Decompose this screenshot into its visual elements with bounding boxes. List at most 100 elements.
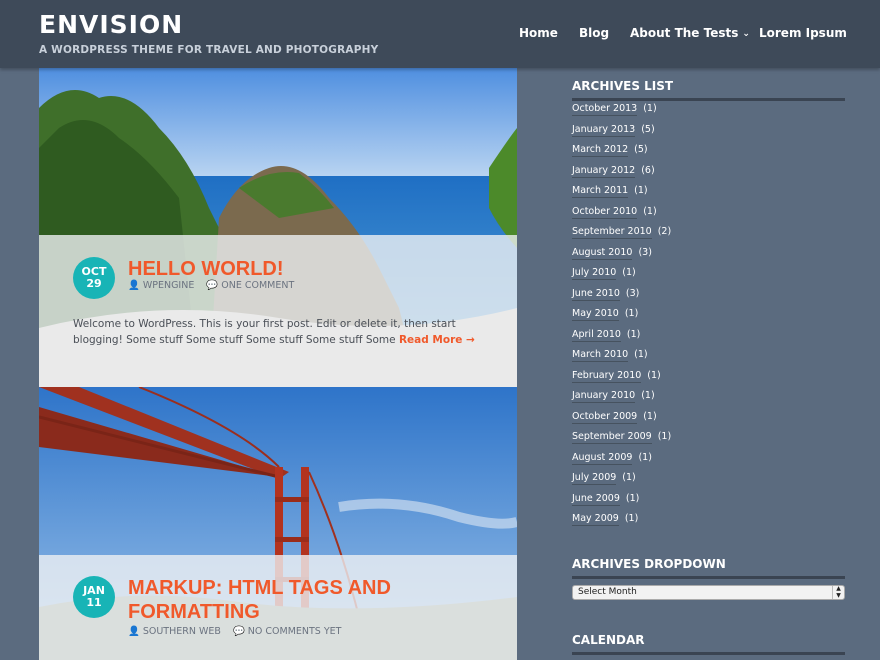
chevron-down-icon: ⌄: [742, 29, 750, 39]
archive-count: (1): [647, 369, 661, 381]
archive-count: (1): [657, 431, 672, 442]
archive-item: August 2009 (1): [572, 451, 845, 473]
archive-count: (1): [624, 513, 639, 524]
archive-count: (1): [643, 103, 657, 114]
nav-item-blog[interactable]: Blog: [579, 26, 609, 40]
date-badge: JAN 11: [73, 576, 115, 618]
archive-count: (1): [626, 328, 641, 340]
site-description: A WORDPRESS THEME FOR TRAVEL AND PHOTOGR…: [39, 44, 379, 56]
archive-link[interactable]: June 2009: [572, 492, 620, 506]
archive-item: January 2012 (6): [572, 164, 845, 186]
archive-item: January 2013 (5): [572, 123, 845, 145]
archive-item: October 2013 (1): [572, 103, 845, 124]
archive-count: (6): [641, 164, 655, 176]
archive-item: June 2010 (3): [572, 287, 845, 309]
archives-list-title: ARCHIVES LIST: [572, 79, 845, 101]
archive-link[interactable]: August 2009: [572, 451, 633, 465]
archive-item: February 2010 (1): [572, 369, 845, 391]
archive-link[interactable]: September 2009: [572, 431, 652, 444]
post-comments-link[interactable]: ONE COMMENT: [221, 280, 294, 291]
site-header: ENVISION A WORDPRESS THEME FOR TRAVEL AN…: [0, 0, 880, 68]
archives-month-select[interactable]: Select Month ▲ ▼: [572, 585, 845, 600]
post-comments-link[interactable]: NO COMMENTS YET: [248, 626, 342, 637]
archive-count: (1): [641, 390, 655, 401]
archive-link[interactable]: May 2009: [572, 513, 619, 526]
nav-item-lorem-ipsum[interactable]: Lorem Ipsum: [759, 26, 847, 40]
archive-link[interactable]: March 2012: [572, 144, 629, 157]
select-value: Select Month: [578, 587, 637, 597]
user-icon: 👤: [128, 280, 140, 291]
archive-link[interactable]: April 2010: [572, 328, 621, 342]
archive-count: (5): [641, 123, 655, 135]
archive-link[interactable]: October 2010: [572, 205, 638, 219]
archive-link[interactable]: January 2013: [572, 123, 636, 137]
post-markup-html-tags: JAN 11 MARKUP: HTML TAGS AND FORMATTING …: [39, 387, 517, 660]
archive-link[interactable]: February 2010: [572, 369, 642, 383]
comment-icon: 💬: [206, 280, 219, 291]
archive-item: May 2009 (1): [572, 513, 845, 534]
archive-link[interactable]: January 2012: [572, 164, 636, 178]
archive-link[interactable]: August 2010: [572, 246, 633, 260]
archive-count: (1): [643, 205, 657, 217]
date-day: 11: [86, 596, 102, 609]
post-title[interactable]: HELLO WORLD!: [128, 257, 284, 281]
post-summary-panel: OCT 29 HELLO WORLD! 👤 WPENGINE 💬 ONE COMME…: [39, 235, 517, 387]
post-meta: 👤 WPENGINE 💬 ONE COMMENT: [128, 280, 297, 291]
post-hello-world: OCT 29 HELLO WORLD! 👤 WPENGINE 💬 ONE COMME…: [39, 68, 517, 387]
archive-link[interactable]: July 2009: [572, 472, 617, 485]
select-arrows-icon: ▲ ▼: [832, 585, 844, 599]
post-title-line: MARKUP: HTML TAGS AND: [128, 577, 391, 599]
archive-link[interactable]: October 2009: [572, 410, 638, 424]
archive-count: (2): [657, 226, 672, 237]
archive-link[interactable]: June 2010: [572, 287, 620, 301]
post-meta: 👤 SOUTHERN WEB 💬 NO COMMENTS YET: [128, 626, 344, 637]
archive-count: (1): [638, 451, 652, 463]
archive-count: (1): [622, 267, 636, 278]
archive-count: (1): [634, 185, 648, 196]
archive-item: June 2009 (1): [572, 492, 845, 514]
archives-list: October 2013 (1) January 2013 (5) March 2012…: [572, 103, 845, 534]
nav-item-label: About The Tests: [630, 26, 739, 40]
post-author-link[interactable]: WPENGINE: [143, 280, 195, 291]
archives-dropdown-title: ARCHIVES DROPDOWN: [572, 557, 845, 579]
date-day: 29: [86, 277, 102, 290]
nav-item-about-the-tests[interactable]: About The Tests ⌄: [630, 26, 750, 40]
archive-item: April 2010 (1): [572, 328, 845, 350]
post-excerpt: Welcome to WordPress. This is your first…: [73, 316, 483, 348]
archive-item: October 2010 (1): [572, 205, 845, 227]
date-badge: OCT 29: [73, 257, 115, 299]
archive-item: January 2010 (1): [572, 390, 845, 411]
archive-count: (3): [625, 287, 640, 299]
archive-count: (5): [634, 144, 648, 155]
post-title[interactable]: MARKUP: HTML TAGS AND FORMATTING: [128, 576, 391, 624]
nav-item-home[interactable]: Home: [519, 26, 558, 40]
calendar-title: CALENDAR: [572, 633, 845, 655]
archive-count: (1): [624, 308, 639, 319]
archive-count: (3): [638, 246, 652, 258]
post-author-link[interactable]: SOUTHERN WEB: [143, 626, 221, 637]
main-nav: Home Blog About The Tests ⌄ Lorem Ipsum: [0, 26, 880, 44]
post-title-line: FORMATTING: [128, 601, 260, 623]
post-summary-panel: JAN 11 MARKUP: HTML TAGS AND FORMATTING …: [39, 555, 517, 660]
archive-item: July 2009 (1): [572, 472, 845, 493]
comment-icon: 💬: [232, 626, 245, 637]
archive-link[interactable]: January 2010: [572, 390, 636, 403]
archive-item: September 2010 (2): [572, 226, 845, 247]
archive-item: March 2011 (1): [572, 185, 845, 206]
archive-link[interactable]: March 2010: [572, 349, 629, 362]
user-icon: 👤: [128, 626, 140, 637]
archive-item: July 2010 (1): [572, 267, 845, 288]
archive-item: September 2009 (1): [572, 431, 845, 452]
archive-item: October 2009 (1): [572, 410, 845, 432]
archive-item: August 2010 (3): [572, 246, 845, 268]
archive-link[interactable]: July 2010: [572, 267, 617, 280]
archive-link[interactable]: October 2013: [572, 103, 638, 116]
archive-count: (1): [634, 349, 648, 360]
archive-link[interactable]: March 2011: [572, 185, 629, 198]
archive-link[interactable]: May 2010: [572, 308, 619, 321]
archive-item: March 2010 (1): [572, 349, 845, 370]
archive-count: (1): [625, 492, 640, 504]
archive-count: (1): [643, 410, 657, 422]
archive-link[interactable]: September 2010: [572, 226, 652, 239]
read-more-link[interactable]: Read More →: [399, 334, 475, 346]
